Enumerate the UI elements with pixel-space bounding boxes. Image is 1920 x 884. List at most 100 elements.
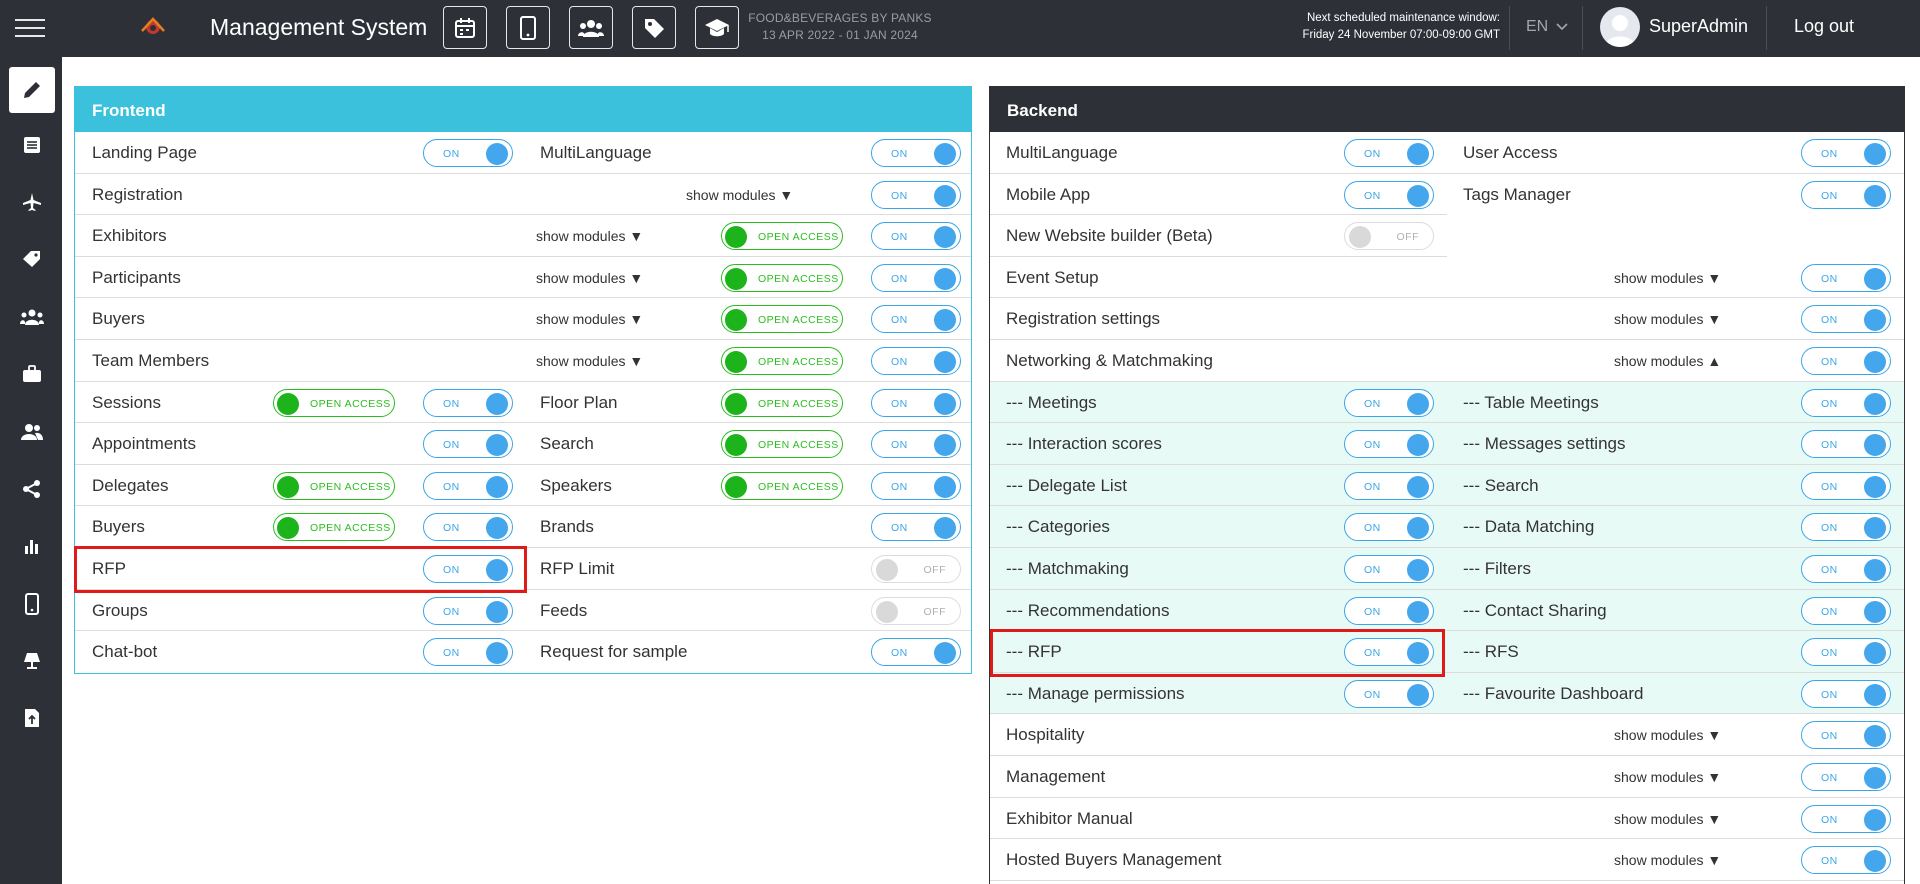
- open-access-toggle[interactable]: OPEN ACCESS: [721, 388, 843, 417]
- toggle-brands[interactable]: ON: [871, 513, 961, 542]
- toggle-interaction-scores[interactable]: ON: [1344, 430, 1434, 459]
- mobile-app-button[interactable]: [506, 6, 550, 49]
- toggle-rfs[interactable]: ON: [1801, 638, 1891, 667]
- training-button[interactable]: [695, 6, 739, 49]
- user-name[interactable]: SuperAdmin: [1649, 16, 1748, 37]
- show-modules-toggle[interactable]: show modules ▼: [1614, 811, 1721, 827]
- sidebar-item-tags[interactable]: [9, 237, 55, 283]
- toggle-speakers[interactable]: ON: [871, 471, 961, 500]
- toggle-event-setup[interactable]: ON: [1801, 263, 1891, 292]
- toggle-floor-plan[interactable]: ON: [871, 388, 961, 417]
- open-access-toggle[interactable]: OPEN ACCESS: [721, 222, 843, 251]
- toggle-networking-matchmaking[interactable]: ON: [1801, 346, 1891, 375]
- toggle-buyers[interactable]: ON: [871, 305, 961, 334]
- toggle-feeds[interactable]: OFF: [871, 596, 961, 625]
- toggle-state: ON: [1821, 480, 1838, 493]
- show-modules-toggle[interactable]: show modules ▼: [536, 270, 643, 286]
- language-selector[interactable]: EN: [1526, 18, 1568, 36]
- settings-row: --- Recommendations ON --- Contact Shari…: [990, 589, 1904, 632]
- sidebar-item-travel[interactable]: [9, 179, 55, 225]
- toggle-recommendations[interactable]: ON: [1344, 596, 1434, 625]
- setting-label: Feeds: [540, 600, 588, 620]
- toggle-search[interactable]: ON: [871, 430, 961, 459]
- sidebar-item-mobile[interactable]: [9, 581, 55, 627]
- sidebar-item-edit[interactable]: [9, 67, 55, 113]
- toggle-delegate-list[interactable]: ON: [1344, 471, 1434, 500]
- toggle-categories[interactable]: ON: [1344, 513, 1434, 542]
- open-access-toggle[interactable]: OPEN ACCESS: [721, 263, 843, 292]
- show-modules-toggle[interactable]: show modules ▼: [1614, 311, 1721, 327]
- sidebar-item-share[interactable]: [9, 466, 55, 512]
- toggle-rfp-limit[interactable]: OFF: [871, 554, 961, 583]
- toggle-appointments[interactable]: ON: [423, 430, 513, 459]
- show-modules-toggle[interactable]: show modules ▼: [1614, 852, 1721, 868]
- menu-icon[interactable]: [15, 19, 45, 39]
- show-modules-toggle[interactable]: show modules ▼: [1614, 769, 1721, 785]
- toggle-landing-page[interactable]: ON: [423, 139, 513, 167]
- show-modules-toggle[interactable]: show modules ▼: [686, 187, 793, 203]
- show-modules-toggle[interactable]: show modules ▼: [536, 311, 643, 327]
- sidebar-item-groups[interactable]: [9, 294, 55, 340]
- toggle-contact-sharing[interactable]: ON: [1801, 596, 1891, 625]
- toggle-groups[interactable]: ON: [423, 596, 513, 625]
- toggle-backend-rfp[interactable]: ON: [1344, 638, 1434, 667]
- setting-label: Chat-bot: [92, 642, 158, 662]
- toggle-hosted-buyers[interactable]: ON: [1801, 846, 1891, 875]
- toggle-matchmaking[interactable]: ON: [1344, 554, 1434, 583]
- calendar-button[interactable]: [443, 6, 487, 49]
- tags-button[interactable]: [632, 6, 676, 49]
- open-access-toggle[interactable]: OPEN ACCESS: [273, 471, 395, 500]
- maintenance-time: Friday 24 November 07:00-09:00 GMT: [1302, 29, 1500, 41]
- toggle-meetings[interactable]: ON: [1344, 388, 1434, 417]
- toggle-data-matching[interactable]: ON: [1801, 513, 1891, 542]
- toggle-registration[interactable]: ON: [871, 180, 961, 209]
- toggle-registration-settings[interactable]: ON: [1801, 305, 1891, 334]
- toggle-website-builder[interactable]: OFF: [1344, 222, 1434, 251]
- open-access-toggle[interactable]: OPEN ACCESS: [273, 513, 395, 542]
- toggle-delegates[interactable]: ON: [423, 471, 513, 500]
- toggle-team-members[interactable]: ON: [871, 346, 961, 375]
- setting-label: Request for sample: [540, 642, 688, 662]
- logout-button[interactable]: Log out: [1794, 16, 1854, 37]
- toggle-favourite-dashboard[interactable]: ON: [1801, 679, 1891, 708]
- toggle-manage-permissions[interactable]: ON: [1344, 679, 1434, 708]
- open-access-toggle[interactable]: OPEN ACCESS: [721, 305, 843, 334]
- open-access-toggle[interactable]: OPEN ACCESS: [721, 346, 843, 375]
- toggle-tags-manager[interactable]: ON: [1801, 180, 1891, 209]
- sidebar-item-hospitality[interactable]: [9, 638, 55, 684]
- sidebar-item-business[interactable]: [9, 351, 55, 397]
- toggle-user-access[interactable]: ON: [1801, 139, 1891, 167]
- sidebar-item-list[interactable]: [9, 122, 55, 168]
- show-modules-toggle[interactable]: show modules ▼: [1614, 270, 1721, 286]
- toggle-exhibitor-manual[interactable]: ON: [1801, 804, 1891, 833]
- show-modules-toggle[interactable]: show modules ▼: [536, 353, 643, 369]
- show-modules-toggle[interactable]: show modules ▼: [536, 228, 643, 244]
- toggle-mobile-app[interactable]: ON: [1344, 180, 1434, 209]
- sidebar-item-users[interactable]: [9, 409, 55, 455]
- toggle-management[interactable]: ON: [1801, 762, 1891, 791]
- toggle-chat-bot[interactable]: ON: [423, 638, 513, 667]
- toggle-exhibitors[interactable]: ON: [871, 222, 961, 251]
- toggle-messages-settings[interactable]: ON: [1801, 430, 1891, 459]
- toggle-sessions[interactable]: ON: [423, 388, 513, 417]
- toggle-backend-multilanguage[interactable]: ON: [1344, 139, 1434, 167]
- toggle-hospitality[interactable]: ON: [1801, 721, 1891, 750]
- show-modules-toggle[interactable]: show modules ▼: [1614, 727, 1721, 743]
- open-access-toggle[interactable]: OPEN ACCESS: [273, 388, 395, 417]
- toggle-filters[interactable]: ON: [1801, 554, 1891, 583]
- toggle-participants[interactable]: ON: [871, 263, 961, 292]
- toggle-multilanguage[interactable]: ON: [871, 139, 961, 167]
- sidebar-item-upload[interactable]: [9, 695, 55, 741]
- users-button[interactable]: [569, 6, 613, 49]
- toggle-buyers-access[interactable]: ON: [423, 513, 513, 542]
- open-access-toggle[interactable]: OPEN ACCESS: [721, 430, 843, 459]
- toggle-rfp[interactable]: ON: [423, 554, 513, 583]
- toggle-request-for-sample[interactable]: ON: [871, 638, 961, 667]
- avatar[interactable]: [1600, 7, 1640, 47]
- sidebar-item-statistics[interactable]: [9, 523, 55, 569]
- toggle-state: ON: [1821, 647, 1838, 660]
- hide-modules-toggle[interactable]: show modules ▲: [1614, 353, 1721, 369]
- toggle-backend-search[interactable]: ON: [1801, 471, 1891, 500]
- open-access-toggle[interactable]: OPEN ACCESS: [721, 471, 843, 500]
- toggle-table-meetings[interactable]: ON: [1801, 388, 1891, 417]
